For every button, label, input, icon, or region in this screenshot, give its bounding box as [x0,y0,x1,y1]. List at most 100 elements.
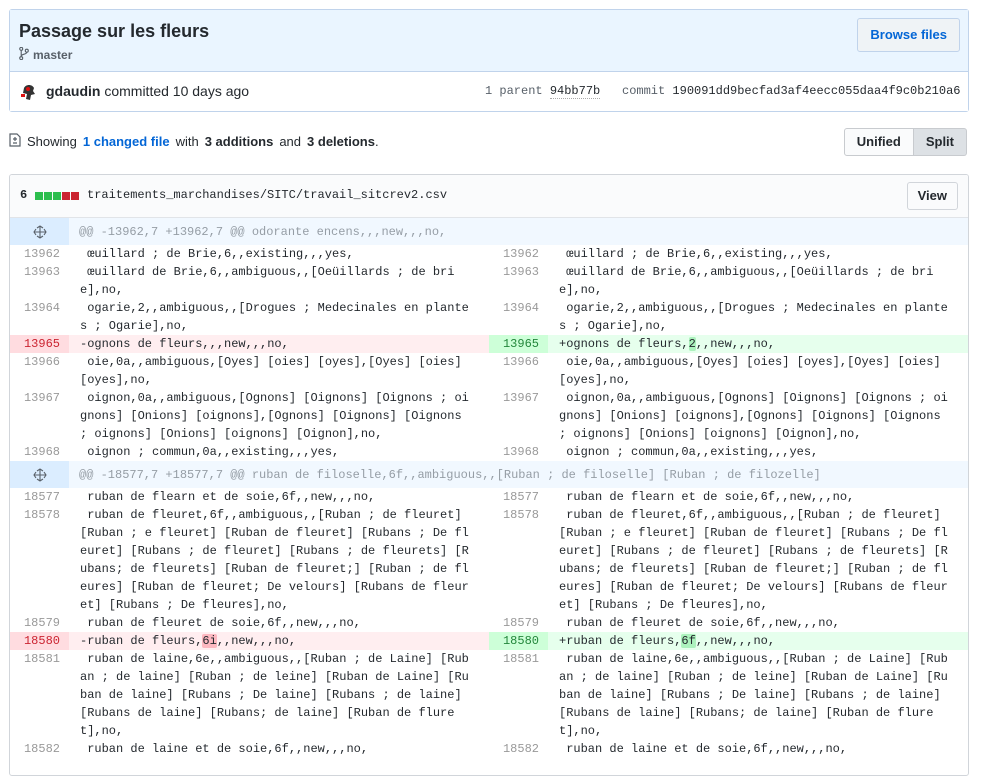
diff-row: 18580 -ruban de fleurs,6i,,new,,,no, 18580… [10,632,968,650]
diffstat-block [71,192,79,200]
line-number[interactable]: 18581 [489,650,548,740]
added-code: +ognons de fleurs,2,,new,,,no, [548,335,968,353]
hunk-header-text: @@ -13962,7 +13962,7 @@ odorante encens,… [79,224,447,239]
line-number[interactable]: 13966 [10,353,69,389]
deleted-code: -ognons de fleurs,,,new,,,no, [69,335,489,353]
context-left: 13962 œuillard ; de Brie,6,,existing,,,y… [10,245,489,263]
line-number[interactable]: 13963 [489,263,548,299]
line-number[interactable]: 13968 [10,443,69,461]
code-line: ruban de laine et de soie,6f,,new,,,no, [559,742,848,756]
line-number[interactable]: 18580 [489,632,548,650]
line-number[interactable]: 18577 [10,488,69,506]
code-line: ruban de flearn et de soie,6f,,new,,,no, [80,490,376,504]
line-number[interactable]: 13965 [489,335,548,353]
line-number[interactable]: 13962 [10,245,69,263]
code-line: oignon,0a,,ambiguous,[Ognons] [Oignons] … [559,391,948,441]
avatar[interactable] [19,82,39,102]
commit-sha: 190091dd9becfad3af4eecc055daa4f9c0b210a6 [672,84,961,98]
author-name[interactable]: gdaudin [46,83,100,99]
added-code: +ruban de fleurs,6f,,new,,,no, [548,632,968,650]
line-number[interactable]: 13967 [10,389,69,443]
parent-sha-link[interactable]: 94bb77b [549,84,601,99]
change-count: 6 [20,188,28,202]
deletion-side: 13965 -ognons de fleurs,,,new,,,no, [10,335,489,353]
line-number[interactable]: 13968 [489,443,548,461]
context-left: 18581 ruban de laine,6e,,ambiguous,,[Rub… [10,650,489,740]
line-number[interactable]: 18579 [10,614,69,632]
context-left: 13964 ogarie,2,,ambiguous,,[Drogues ; Me… [10,299,489,335]
file-path[interactable]: traitements_marchandises/SITC/travail_si… [87,188,447,202]
hunk-rows: 18577 ruban de flearn et de soie,6f,,new… [10,488,968,758]
file-diff: 6 traitements_marchandises/SITC/travail_… [9,174,969,776]
line-number[interactable]: 13962 [489,245,548,263]
context-left: 18577 ruban de flearn et de soie,6f,,new… [10,488,489,506]
context-right: 18578 ruban de fleuret,6f,,ambiguous,,[R… [489,506,968,614]
diff-toc-bar: Showing 1 changed file with 3 additions … [9,128,967,156]
context-left: 13963 œuillard de Brie,6,,ambiguous,,[Oe… [10,263,489,299]
deletion-side: 18580 -ruban de fleurs,6i,,new,,,no, [10,632,489,650]
diff-row: 13967 oignon,0a,,ambiguous,[Ognons] [Oig… [10,389,968,443]
diff-row: 18577 ruban de flearn et de soie,6f,,new… [10,488,968,506]
code-line: œuillard de Brie,6,,ambiguous,,[Oeüillar… [80,265,455,297]
commit-label: commit [622,84,666,98]
line-number[interactable]: 13964 [10,299,69,335]
line-number[interactable]: 18580 [10,632,69,650]
expand-icon[interactable] [10,461,69,488]
code-line: ruban de flearn et de soie,6f,,new,,,no, [559,490,855,504]
unified-view-button[interactable]: Unified [843,128,914,156]
diffstat-block [53,192,61,200]
context-right: 18579 ruban de fleuret de soie,6f,,new,,… [489,614,968,632]
commit-meta: gdaudin committed 10 days ago 1 parent 9… [10,72,968,111]
code-line: ruban de fleuret,6f,,ambiguous,,[Ruban ;… [80,508,469,612]
context-right: 18577 ruban de flearn et de soie,6f,,new… [489,488,968,506]
diffstat-block [35,192,43,200]
diffstat-bar [35,192,79,200]
context-left: 18578 ruban de fleuret,6f,,ambiguous,,[R… [10,506,489,614]
file-header: 6 traitements_marchandises/SITC/travail_… [10,175,968,218]
line-number[interactable]: 18578 [489,506,548,614]
hunk-rows: 13962 œuillard ; de Brie,6,,existing,,,y… [10,245,968,461]
line-number[interactable]: 18582 [10,740,69,758]
commit-header: Passage sur les fleurs master Browse fil… [10,10,968,72]
line-number[interactable]: 13965 [10,335,69,353]
browse-files-button[interactable]: Browse files [857,18,960,52]
diff-row: 18581 ruban de laine,6e,,ambiguous,,[Rub… [10,650,968,740]
line-number[interactable]: 13966 [489,353,548,389]
line-number[interactable]: 13963 [10,263,69,299]
diff-row: 13966 oie,0a,,ambiguous,[Oyes] [oies] [o… [10,353,968,389]
line-number[interactable]: 18579 [489,614,548,632]
changed-chars: 6i [202,634,217,648]
additions-count: 3 additions [204,134,274,149]
hunk-header: @@ -13962,7 +13962,7 @@ odorante encens,… [10,218,968,245]
context-left: 18579 ruban de fleuret de soie,6f,,new,,… [10,614,489,632]
code-line: oignon,0a,,ambiguous,[Ognons] [Oignons] … [80,391,469,441]
code-line: ogarie,2,,ambiguous,,[Drogues ; Medecina… [80,301,469,333]
deleted-code: -ruban de fleurs,6i,,new,,,no, [69,632,489,650]
code-line: œuillard ; de Brie,6,,existing,,,yes, [559,247,833,261]
parent-label: 1 parent [485,84,543,98]
code-line: oignon ; commun,0a,,existing,,,yes, [559,445,819,459]
line-number[interactable]: 18577 [489,488,548,506]
context-right: 13962 œuillard ; de Brie,6,,existing,,,y… [489,245,968,263]
context-right: 13967 oignon,0a,,ambiguous,[Ognons] [Oig… [489,389,968,443]
line-number[interactable]: 18578 [10,506,69,614]
line-number[interactable]: 18582 [489,740,548,758]
hunk-header: @@ -18577,7 +18577,7 @@ ruban de filosel… [10,461,968,488]
line-number[interactable]: 18581 [10,650,69,740]
line-number[interactable]: 13967 [489,389,548,443]
expand-icon[interactable] [10,218,69,245]
code-line: ruban de laine et de soie,6f,,new,,,no, [80,742,369,756]
line-number[interactable]: 13964 [489,299,548,335]
branch-icon [19,46,29,63]
view-file-button[interactable]: View [906,182,958,210]
split-view-button[interactable]: Split [913,128,967,156]
context-right: 18581 ruban de laine,6e,,ambiguous,,[Rub… [489,650,968,740]
branch-label[interactable]: master [19,46,72,63]
context-right: 13964 ogarie,2,,ambiguous,,[Drogues ; Me… [489,299,968,335]
context-left: 13966 oie,0a,,ambiguous,[Oyes] [oies] [o… [10,353,489,389]
context-right: 13963 œuillard de Brie,6,,ambiguous,,[Oe… [489,263,968,299]
code-line: oie,0a,,ambiguous,[Oyes] [oies] [oyes],[… [559,355,948,387]
code-line: oie,0a,,ambiguous,[Oyes] [oies] [oyes],[… [80,355,469,387]
changed-files-link[interactable]: 1 changed file [83,134,170,149]
diff-row: 13964 ogarie,2,,ambiguous,,[Drogues ; Me… [10,299,968,335]
